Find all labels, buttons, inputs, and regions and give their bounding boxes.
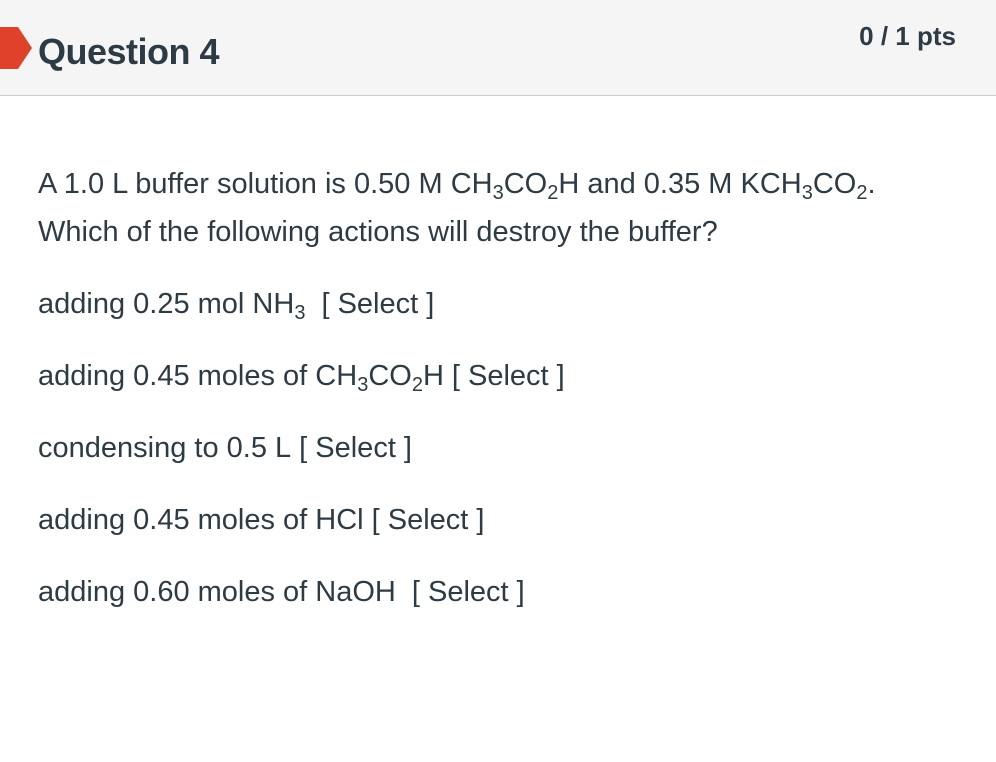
answer-item: adding 0.25 mol NH3 [ Select ]: [38, 280, 938, 328]
quiz-question-card: Question 4 0 / 1 pts A 1.0 L buffer solu…: [0, 0, 996, 762]
answer-select-dropdown[interactable]: [ Select ]: [412, 568, 525, 616]
answer-select-dropdown[interactable]: [ Select ]: [299, 424, 412, 472]
question-title: Question 4: [38, 31, 220, 72]
question-header: Question 4 0 / 1 pts: [0, 0, 996, 96]
answer-label: adding 0.45 moles of CH3CO2H: [38, 360, 444, 396]
answer-select-dropdown[interactable]: [ Select ]: [321, 280, 434, 328]
answer-item: adding 0.45 moles of CH3CO2H[ Select ]: [38, 352, 938, 400]
incorrect-flag-icon: [0, 27, 32, 69]
answer-select-dropdown[interactable]: [ Select ]: [372, 496, 485, 544]
question-prompt: A 1.0 L buffer solution is 0.50 M CH3CO2…: [38, 168, 876, 248]
answer-label: adding 0.25 mol NH3: [38, 288, 306, 324]
question-body: A 1.0 L buffer solution is 0.50 M CH3CO2…: [38, 160, 938, 640]
answer-label: adding 0.60 moles of NaOH: [38, 576, 396, 608]
question-points: 0 / 1 pts: [859, 21, 956, 51]
answer-select-dropdown[interactable]: [ Select ]: [452, 352, 565, 400]
answer-item: adding 0.60 moles of NaOH [ Select ]: [38, 568, 938, 616]
answer-item: condensing to 0.5 L[ Select ]: [38, 424, 938, 472]
answer-label: condensing to 0.5 L: [38, 432, 292, 464]
answer-label: adding 0.45 moles of HCl: [38, 504, 364, 536]
answer-item: adding 0.45 moles of HCl[ Select ]: [38, 496, 938, 544]
